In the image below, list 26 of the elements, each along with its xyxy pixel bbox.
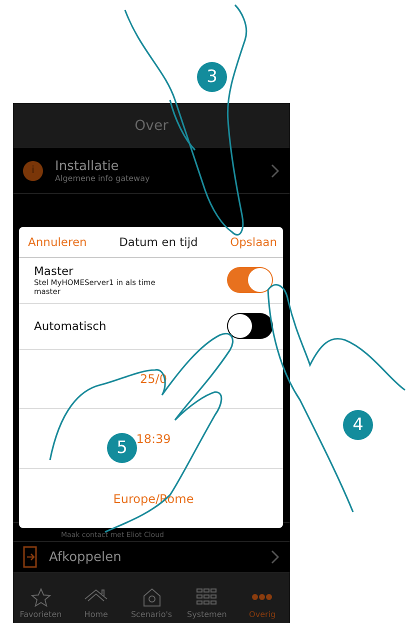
dialog-title: Datum en tijd: [119, 234, 198, 249]
tab-item[interactable]: Home: [68, 573, 124, 623]
exit-door-icon: [23, 546, 37, 568]
setting-value[interactable]: 18:39: [136, 432, 171, 446]
menu-item[interactable]: i Installatie Algemene info gateway: [13, 148, 290, 194]
step-number: 3: [197, 62, 227, 92]
save-button[interactable]: Opslaan: [230, 234, 277, 249]
tab-item[interactable]: Systemen: [179, 573, 235, 623]
chevron-icon: [270, 162, 280, 178]
item-title: Afkoppelen: [49, 550, 122, 564]
star-icon: [28, 587, 53, 607]
toggle-switch[interactable]: [227, 267, 273, 294]
info-icon: i: [23, 160, 43, 180]
chevron-icon: [270, 549, 280, 565]
tab-item[interactable]: Scenario's: [124, 573, 180, 623]
setting-label: Master: [34, 264, 74, 278]
step-number: 4: [343, 410, 373, 440]
cancel-button[interactable]: Annuleren: [28, 234, 87, 249]
toggle-switch[interactable]: [227, 313, 273, 340]
item-title: Installatie: [55, 158, 120, 174]
item-subtitle: Algemene info gateway: [55, 174, 151, 182]
grid-icon: [194, 587, 219, 607]
setting-label: Automatisch: [34, 319, 108, 334]
tab-item[interactable]: Favorieten: [13, 573, 68, 623]
screen-title: Over: [134, 118, 168, 134]
tab-item[interactable]: Overig: [234, 573, 290, 623]
